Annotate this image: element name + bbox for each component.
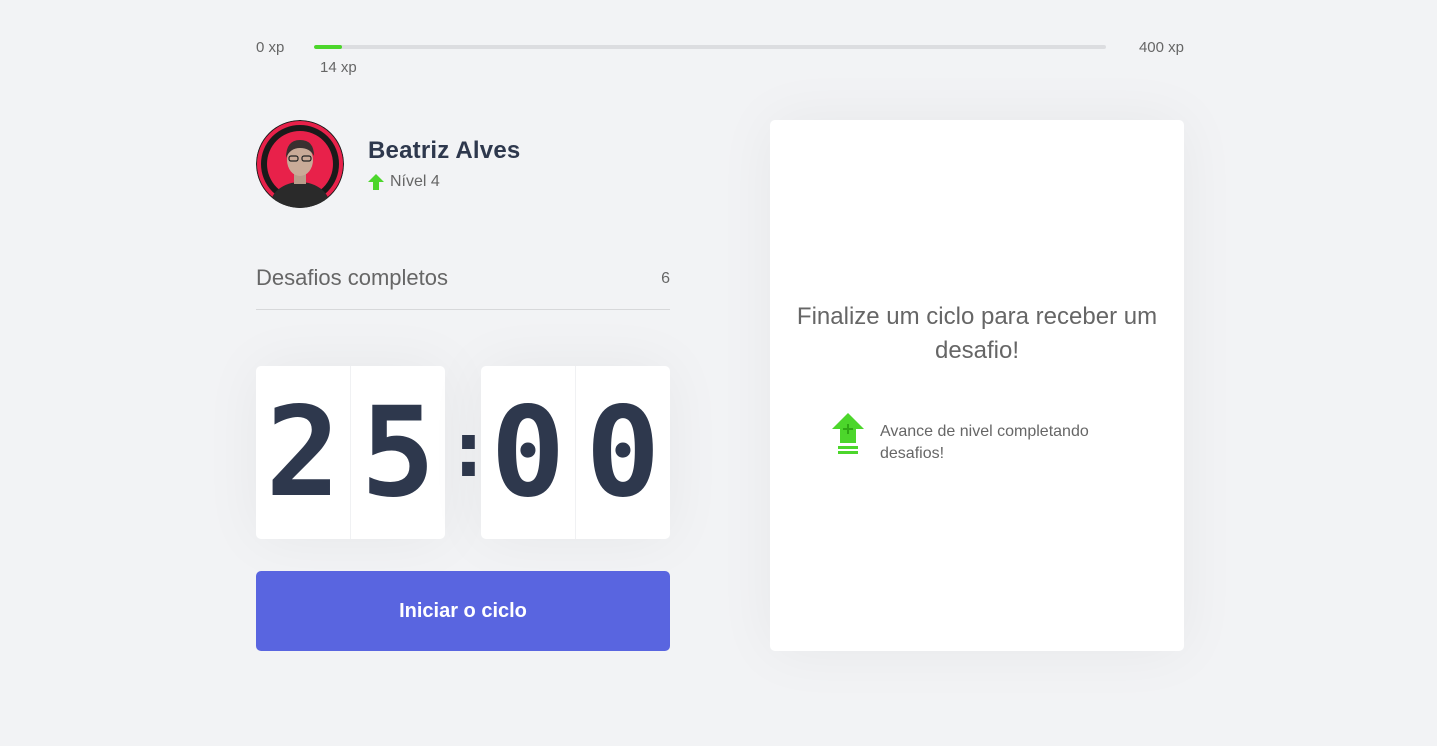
completed-challenges-label: Desafios completos bbox=[256, 265, 448, 290]
xp-max-label: 400 xp bbox=[1138, 39, 1184, 56]
level-label: Nível 4 bbox=[390, 173, 440, 190]
seconds-group: 0 0 bbox=[481, 366, 670, 539]
second-left-digit: 0 bbox=[490, 380, 566, 525]
start-cycle-button[interactable]: Iniciar o ciclo bbox=[256, 571, 670, 651]
challenge-hint-text: Avance de nivel completando desafios! bbox=[880, 423, 1089, 462]
minutes-group: 2 5 bbox=[256, 366, 445, 539]
xp-current-label: 14 xp bbox=[320, 59, 357, 76]
countdown: 2 5 : 0 0 bbox=[256, 366, 670, 539]
completed-challenges: Desafios completos 6 bbox=[256, 262, 670, 310]
challenge-box-title: Finalize um ciclo para receber um desafi… bbox=[796, 303, 1158, 364]
completed-challenges-count: 6 bbox=[661, 270, 670, 287]
xp-progress-fill bbox=[314, 45, 342, 49]
level-up-icon bbox=[832, 413, 864, 454]
experience-bar: 0 xp 14 xp 400 xp bbox=[256, 36, 1184, 76]
profile-name: Beatriz Alves bbox=[368, 137, 521, 164]
countdown-separator: : bbox=[445, 404, 492, 495]
profile: Beatriz Alves Nível 4 bbox=[256, 120, 670, 208]
xp-min-label: 0 xp bbox=[256, 39, 285, 56]
avatar bbox=[256, 120, 344, 208]
minute-right-digit: 5 bbox=[350, 366, 445, 539]
second-right-digit: 0 bbox=[575, 366, 670, 539]
level-row: Nível 4 bbox=[368, 173, 440, 191]
xp-track bbox=[314, 45, 1106, 49]
level-up-arrow-icon bbox=[368, 174, 384, 190]
challenge-box: Finalize um ciclo para receber um desafi… bbox=[770, 120, 1184, 651]
minute-left-digit: 2 bbox=[265, 380, 341, 525]
